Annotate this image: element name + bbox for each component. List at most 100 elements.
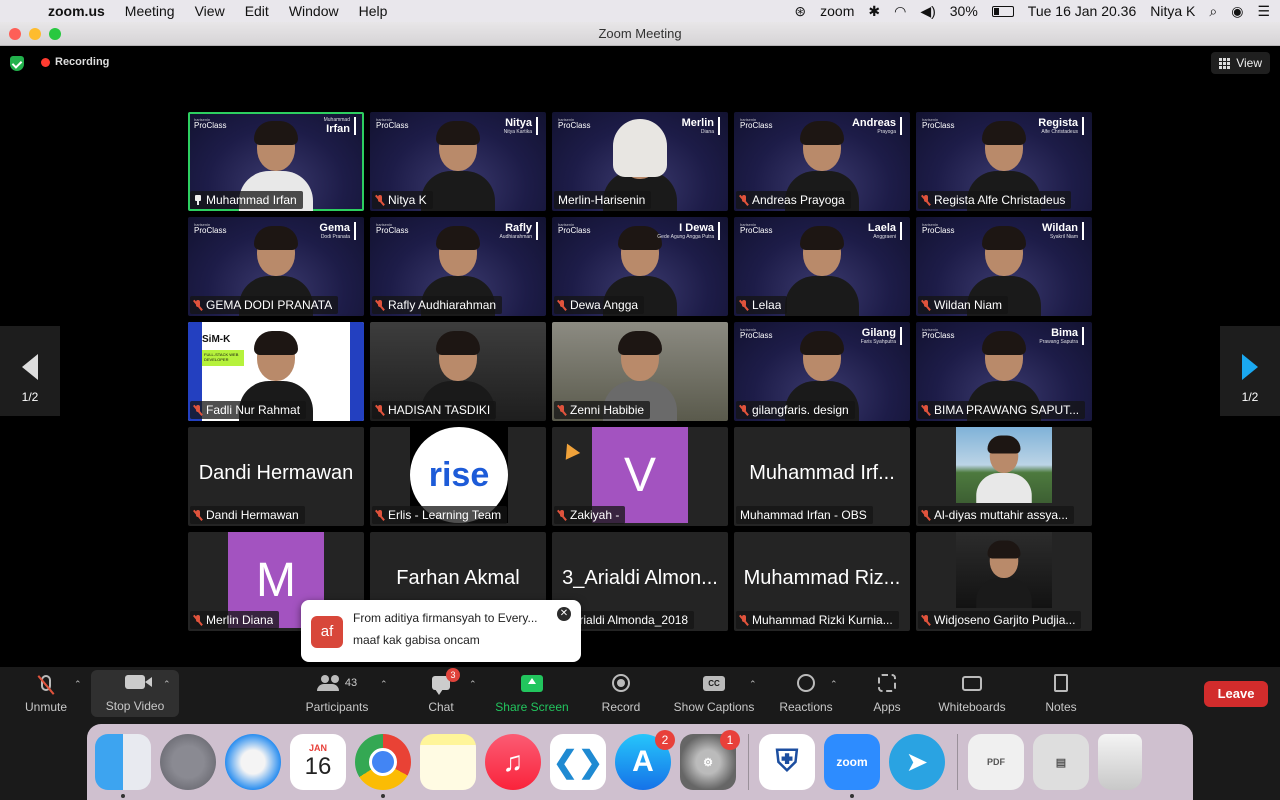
vscode-icon[interactable]: ❮❯ [550,734,606,790]
menu-window[interactable]: Window [289,3,339,19]
virtual-background-nametag: Regista Alfe Christadeus [1038,117,1084,135]
calendar-icon[interactable]: JAN 16 [290,734,346,790]
safari-icon[interactable] [225,734,281,790]
menu-app-name[interactable]: zoom.us [48,3,105,19]
apps-button[interactable]: Apps [868,667,906,722]
participant-tile[interactable]: HADISAN TASDIKI [370,322,546,421]
app-store-icon[interactable]: A2 [615,730,675,790]
minimize-window-button[interactable] [29,28,41,40]
mac-dock: JAN 16 ♫ ❮❯ A2 ⚙ 1 ⛨ zoom ➤ PDF ▤ [87,724,1193,800]
microphone-muted-icon [376,194,384,206]
menu-help[interactable]: Help [359,3,388,19]
pdf-document-icon[interactable]: PDF [968,734,1024,790]
volume-icon[interactable]: ◀) [920,3,935,20]
leave-meeting-button[interactable]: Leave [1204,681,1268,707]
participants-label: Participants [305,700,369,714]
participant-name-label: Erlis - Learning Team [372,506,508,524]
participant-tile[interactable]: Widjoseno Garjito Pudjia... [916,532,1092,631]
participant-tile[interactable]: SiM-K FULL-STACK WEB DEVELOPER Fadli Nur R… [188,322,364,421]
proclass-logo: harisenin ProClass [922,117,955,130]
participant-tile[interactable]: harisenin ProClass Muhammad Irfan Muhammad I… [188,112,364,211]
close-window-button[interactable] [9,28,21,40]
participant-name-label: GEMA DODI PRANATA [190,296,339,314]
system-preferences-icon[interactable]: ⚙ 1 [680,730,740,790]
reactions-caret-icon[interactable]: ⌃ [830,679,838,690]
menu-view[interactable]: View [195,3,225,19]
menu-meeting[interactable]: Meeting [125,3,175,19]
participants-button[interactable]: 43 Participants [300,667,374,722]
participant-tile[interactable]: harisenin ProClass I Dewa Gede Agung Angga … [552,217,728,316]
microphone-muted-icon [740,404,748,416]
clock[interactable]: Tue 16 Jan 20.36 [1028,3,1136,19]
stop-video-button[interactable]: Stop Video [91,670,179,717]
launchpad-icon[interactable] [160,734,216,790]
participant-name-label: Rafly Audhiarahman [372,296,503,314]
control-center-icon[interactable]: ☰ [1257,3,1270,20]
captions-caret-icon[interactable]: ⌃ [749,679,757,690]
notes-button[interactable]: Notes [1040,667,1082,722]
participants-caret-icon[interactable]: ⌃ [380,679,388,690]
telegram-icon[interactable]: ➤ [889,734,945,790]
notes-app-icon[interactable] [420,734,476,790]
participant-tile[interactable]: Muhammad Riz... Muhammad Rizki Kurnia... [734,532,910,631]
chrome-icon[interactable] [355,734,411,798]
siri-icon[interactable]: ◉ [1231,3,1243,20]
notification-sender: From aditiya firmansyah to Every... [353,611,538,625]
participant-tile[interactable]: harisenin ProClass Merlin Diana Merlin-Haris… [552,112,728,211]
microphone-muted-icon [376,299,384,311]
participant-tile[interactable]: Al-diyas muttahir assya... [916,427,1092,526]
spotlight-search-icon[interactable]: ⌕ [1209,3,1217,20]
view-button[interactable]: View [1211,52,1270,74]
show-captions-button[interactable]: CC Show Captions [670,667,758,722]
fullscreen-window-button[interactable] [49,28,61,40]
participant-tile[interactable]: harisenin ProClass Rafly Audhiarahman Rafly … [370,217,546,316]
vpn-shield-icon[interactable]: ⛨ [759,734,815,790]
participant-name: Muhammad Rizki Kurnia... [752,613,893,627]
wifi-icon[interactable]: ◠ [894,3,906,20]
participant-tile[interactable]: harisenin ProClass Bima Prawang Saputra BIMA… [916,322,1092,421]
battery-icon[interactable] [991,5,1014,17]
previous-page-button[interactable]: 1/2 [0,326,60,416]
next-page-button[interactable]: 1/2 [1220,326,1280,416]
calendar-day: 16 [304,753,332,780]
participant-tile[interactable]: Muhammad Irf... Muhammad Irfan - OBS [734,427,910,526]
zoom-app-icon[interactable]: zoom [824,734,880,798]
chat-button[interactable]: 3 Chat [420,667,462,722]
chat-notification[interactable]: af From aditiya firmansyah to Every... m… [301,600,581,662]
video-options-caret-icon[interactable]: ⌃ [163,679,171,690]
participant-tile[interactable]: harisenin ProClass Regista Alfe Christadeus… [916,112,1092,211]
unmute-button[interactable]: Unmute [18,667,74,722]
participant-tile[interactable]: Dandi Hermawan Dandi Hermawan [188,427,364,526]
menu-edit[interactable]: Edit [245,3,269,19]
participant-tile[interactable]: V Zakiyah - [552,427,728,526]
close-notification-button[interactable]: ✕ [557,607,571,621]
zoom-status-icon[interactable]: ⊛ [794,3,806,20]
record-button[interactable]: Record [597,667,645,722]
participant-tile[interactable]: harisenin ProClass Gilang Faris Syahputra gi… [734,322,910,421]
encryption-shield-icon[interactable] [10,56,24,71]
share-screen-button[interactable]: Share Screen [491,667,573,722]
participant-tile[interactable]: harisenin ProClass Laela Anggraeni Lelaa [734,217,910,316]
zoom-status-label[interactable]: zoom [820,3,854,19]
user-name[interactable]: Nitya K [1150,3,1195,19]
recording-indicator[interactable]: Recording [41,56,109,68]
participant-tile[interactable]: Zenni Habibie [552,322,728,421]
screenshot-stack-icon[interactable]: ▤ [1033,734,1089,790]
mac-menubar: zoom.us Meeting View Edit Window Help ⊛ … [0,0,1280,22]
music-icon[interactable]: ♫ [485,734,541,790]
virtual-background-nametag: Bima Prawang Saputra [1039,327,1084,345]
trash-icon[interactable] [1098,734,1142,790]
participant-tile[interactable]: harisenin ProClass Gema Dodi Pranata GEMA DO… [188,217,364,316]
participant-tile[interactable]: harisenin ProClass Nitya Nitya Kartika Nitya… [370,112,546,211]
whiteboards-button[interactable]: Whiteboards [934,667,1010,722]
dock-separator [957,734,958,790]
participant-tile[interactable]: harisenin ProClass Wildan Syakril Niam Wilda… [916,217,1092,316]
chat-caret-icon[interactable]: ⌃ [469,679,477,690]
arrow-left-icon [22,354,38,380]
bluetooth-icon[interactable]: ✱ [868,3,880,20]
audio-options-caret-icon[interactable]: ⌃ [74,679,82,690]
participant-tile[interactable]: harisenin ProClass Andreas Prayoga Andreas P… [734,112,910,211]
reactions-button[interactable]: Reactions [776,667,836,722]
finder-icon[interactable] [95,734,151,798]
participant-tile[interactable]: rise Erlis - Learning Team [370,427,546,526]
